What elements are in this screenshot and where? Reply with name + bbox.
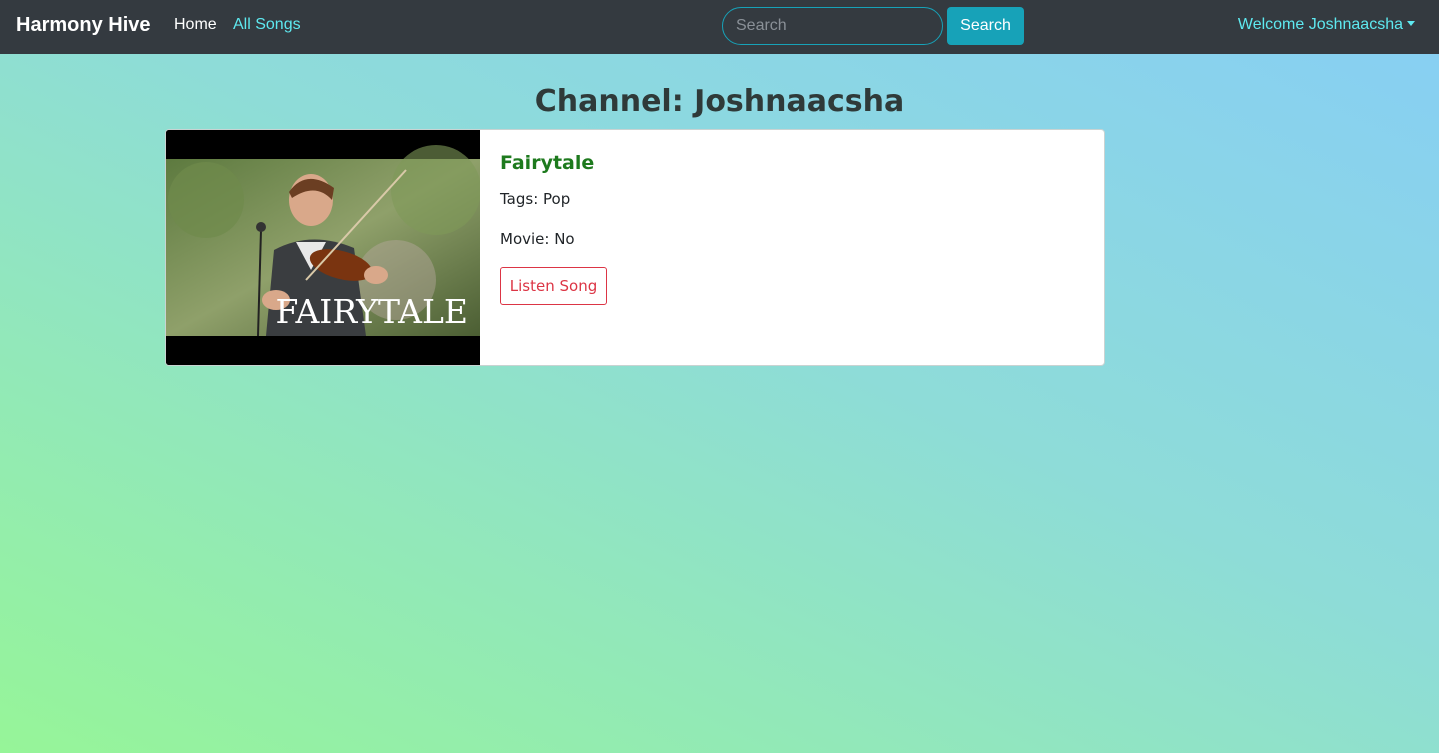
song-movie-flag: Movie: No bbox=[500, 230, 575, 248]
nav-link-home[interactable]: Home bbox=[174, 16, 217, 34]
song-thumbnail[interactable]: FAIRYTALE bbox=[166, 130, 481, 365]
search-button[interactable]: Search bbox=[947, 7, 1024, 45]
song-tags: Tags: Pop bbox=[500, 190, 571, 208]
brand-logo-text[interactable]: Harmony Hive bbox=[16, 14, 151, 37]
caret-down-icon bbox=[1407, 21, 1415, 26]
listen-song-button[interactable]: Listen Song bbox=[500, 267, 607, 305]
page-title: Channel: Joshnaacsha bbox=[534, 84, 905, 119]
search-input[interactable] bbox=[722, 7, 943, 45]
user-menu-label: Welcome Joshnaacsha bbox=[1237, 16, 1403, 33]
song-card: FAIRYTALE Fairytale Tags: Pop Movie: No … bbox=[165, 129, 1105, 366]
user-menu-dropdown[interactable]: Welcome Joshnaacsha bbox=[1238, 16, 1415, 34]
top-navbar: Harmony Hive Home All Songs Search Welco… bbox=[0, 0, 1439, 54]
thumbnail-image: FAIRYTALE bbox=[166, 130, 481, 365]
thumbnail-caption: FAIRYTALE bbox=[275, 292, 468, 331]
song-card-body: Fairytale Tags: Pop Movie: No Listen Son… bbox=[500, 150, 607, 305]
nav-link-all-songs[interactable]: All Songs bbox=[233, 16, 301, 34]
song-title: Fairytale bbox=[500, 152, 595, 174]
